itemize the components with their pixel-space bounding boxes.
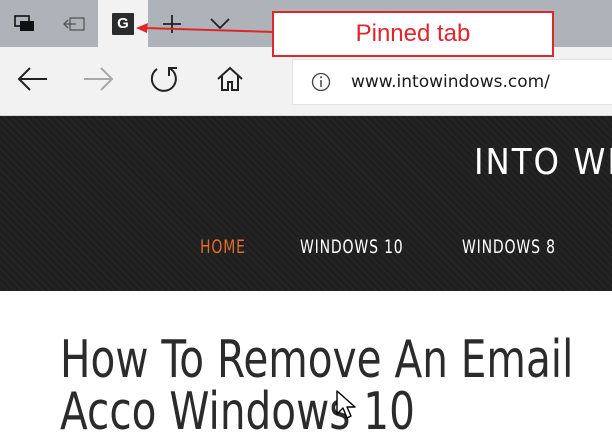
home-button[interactable] — [198, 47, 262, 115]
menu-item-windows-10[interactable]: WINDOWS 10 — [300, 236, 404, 258]
tabs-overview-icon — [14, 14, 36, 33]
url-text[interactable]: www.intowindows.com/ — [351, 72, 550, 92]
annotation-callout: Pinned tab — [272, 11, 554, 57]
article-title[interactable]: How To Remove An Email Acco Windows 10 — [60, 334, 606, 438]
set-aside-tabs-button[interactable] — [50, 0, 98, 47]
info-icon[interactable] — [311, 72, 331, 92]
annotation-label: Pinned tab — [355, 20, 471, 47]
home-icon — [216, 66, 244, 96]
refresh-button[interactable] — [132, 47, 196, 115]
site-header: INTO WIN HOME WINDOWS 10 WINDOWS 8 — [0, 116, 612, 291]
mouse-pointer-icon — [336, 390, 356, 419]
menu-item-home[interactable]: HOME — [200, 236, 246, 258]
forward-arrow-icon — [82, 66, 114, 96]
show-tabs-button[interactable] — [0, 0, 50, 47]
refresh-icon — [149, 64, 179, 98]
site-favicon: G — [112, 12, 134, 35]
address-bar[interactable]: www.intowindows.com/ — [292, 59, 612, 105]
back-button[interactable] — [1, 47, 65, 115]
forward-button[interactable] — [66, 47, 130, 115]
back-arrow-icon — [17, 66, 49, 96]
set-aside-tabs-icon — [63, 16, 85, 32]
menu-item-windows-8[interactable]: WINDOWS 8 — [462, 236, 556, 258]
site-title[interactable]: INTO WIN — [474, 142, 612, 183]
navigation-bar: www.intowindows.com/ — [0, 47, 612, 116]
annotation-arrow — [136, 23, 275, 33]
